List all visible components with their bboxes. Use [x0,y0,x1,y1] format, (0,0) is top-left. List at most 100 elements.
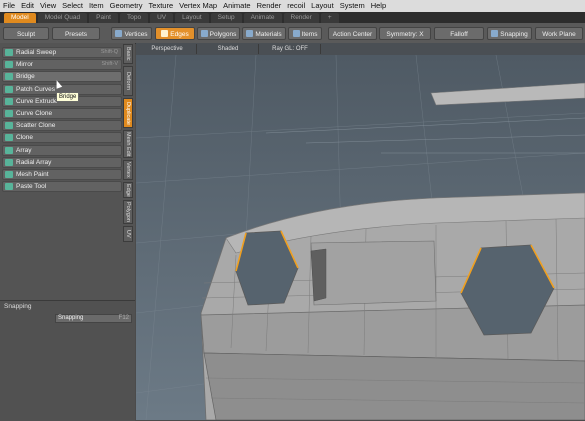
menu-item-texture[interactable]: Texture [146,0,177,12]
3d-viewport[interactable]: Perspective Shaded Ray GL: OFF [136,43,585,420]
tab-add[interactable]: + [320,13,339,23]
tooltip: Bridge [56,92,80,102]
tool-label: Clone [16,134,33,142]
view-type-dropdown[interactable]: Perspective [138,44,197,54]
snapping-button-label: Snapping [58,315,84,321]
tool-curve-clone-button[interactable]: Curve Clone [2,107,122,119]
snapping-button[interactable]: Snapping F12 [55,314,132,323]
category-tab-polygon[interactable]: Polygon [123,200,133,224]
snapping-shortcut: F12 [118,315,129,321]
menu-item-edit[interactable]: Edit [18,0,37,12]
mesh-paint-icon [5,170,13,178]
menu-item-vertex-map[interactable]: Vertex Map [176,0,220,12]
array-icon [5,146,13,154]
category-tab-duplicate[interactable]: Duplicate [123,98,133,128]
tool-radial-array-button[interactable]: Radial Array [2,156,122,168]
tool-label: Scatter Clone [16,122,56,130]
radial-array-icon [5,158,13,166]
curve-extrude-icon [5,97,13,105]
menu-item-geometry[interactable]: Geometry [107,0,146,12]
falloff-dropdown[interactable]: Falloff [434,27,484,40]
tool-label: Paste Tool [16,183,47,191]
main-toolbar: Sculpt Presets Vertices Edges Polygons M… [0,23,585,44]
tab-render[interactable]: Render [283,13,319,23]
category-tab-deform[interactable]: Deform [123,66,133,96]
snapping-icon [491,30,499,37]
snapping-toggle[interactable]: Snapping [487,27,532,40]
vertices-mode-button[interactable]: Vertices [111,27,152,40]
tab-animate[interactable]: Animate [243,13,282,23]
tool-radial-sweep-button[interactable]: Radial Sweep Shift-Q [2,47,122,58]
edges-mode-button[interactable]: Edges [155,27,195,40]
raygl-toggle[interactable]: Ray GL: OFF [260,44,321,54]
clone-icon [5,134,13,142]
tool-mesh-paint-button[interactable]: Mesh Paint [2,168,122,180]
tool-bridge-button[interactable]: Bridge [2,71,122,83]
patch-curves-icon [5,85,13,93]
menu-item-recoil[interactable]: recoil [284,0,308,12]
tab-model[interactable]: Model [4,13,36,23]
snapping-panel-header[interactable]: Snapping [4,303,31,310]
menu-item-animate[interactable]: Animate [220,0,254,12]
tool-scatter-clone-button[interactable]: Scatter Clone [2,120,122,132]
category-tab-edge[interactable]: Edge [123,182,133,198]
vertices-label: Vertices [124,31,148,38]
polygons-label: Polygons [209,31,237,38]
mirror-icon [5,61,13,69]
materials-mode-button[interactable]: Materials [242,27,286,40]
menu-item-layout[interactable]: Layout [308,0,337,12]
items-icon [292,30,300,37]
tool-label: Mirror [16,61,33,69]
tool-shortcut: Shift-Q [100,49,118,55]
scatter-clone-icon [5,122,13,130]
tab-model-quad[interactable]: Model Quad [37,13,88,23]
sculpt-button[interactable]: Sculpt [3,27,49,40]
tool-paste-tool-button[interactable]: Paste Tool [2,181,122,193]
category-tab-uv[interactable]: UV [123,226,133,242]
materials-label: Materials [255,31,282,38]
items-mode-button[interactable]: Items [288,27,322,40]
tab-layout[interactable]: Layout [175,13,209,23]
tab-paint[interactable]: Paint [89,13,118,23]
tool-category-tabs: Basic Deform Duplicate Mesh Edit Vertex Edge P… [123,44,134,259]
tool-shortcut: Shift-V [101,61,118,68]
work-plane-dropdown[interactable]: Work Plane [535,27,583,40]
tab-topo[interactable]: Topo [119,13,149,23]
menu-item-file[interactable]: File [0,0,18,12]
category-tab-vertex[interactable]: Vertex [123,160,133,180]
vehicle-mesh [200,192,585,420]
presets-button[interactable]: Presets [52,27,100,40]
menu-item-view[interactable]: View [37,0,59,12]
action-center-dropdown[interactable]: Action Center [328,27,377,40]
menu-item-help[interactable]: Help [368,0,389,12]
viewport-scene[interactable] [136,43,585,420]
curve-clone-icon [5,109,13,117]
category-tab-mesh-edit[interactable]: Mesh Edit [123,130,133,158]
tool-clone-button[interactable]: Clone [2,132,122,144]
shading-dropdown[interactable]: Shaded [198,44,259,54]
category-tab-basic[interactable]: Basic [123,44,133,64]
symmetry-dropdown[interactable]: Symmetry: X [379,27,431,40]
tool-label: Patch Curves [16,85,56,93]
tab-uv[interactable]: UV [150,13,174,23]
polygons-mode-button[interactable]: Polygons [197,27,240,40]
tool-label: Radial Sweep [16,49,57,56]
menu-item-item[interactable]: Item [86,0,107,12]
vertices-icon [115,30,123,37]
snapping-panel: Snapping Snapping F12 [0,300,135,421]
tool-label: Curve Clone [16,109,53,117]
layout-tab-bar: Model Model Quad Paint Topo UV Layout Setup Ani… [0,12,585,23]
tool-array-button[interactable]: Array [2,144,122,156]
radial-sweep-icon [5,49,13,56]
paste-tool-icon [5,183,13,191]
tool-label: Array [16,146,32,154]
duplicate-tool-list: Radial Sweep Shift-Q Mirror Shift-V Bridge Pa… [2,47,122,193]
menu-item-system[interactable]: System [337,0,368,12]
tool-label: Curve Extrude [16,97,58,105]
tool-mirror-button[interactable]: Mirror Shift-V [2,59,122,71]
tool-label: Mesh Paint [16,170,49,178]
tab-setup[interactable]: Setup [210,13,242,23]
menu-item-render[interactable]: Render [254,0,285,12]
menu-item-select[interactable]: Select [59,0,86,12]
bridge-icon [5,73,13,81]
